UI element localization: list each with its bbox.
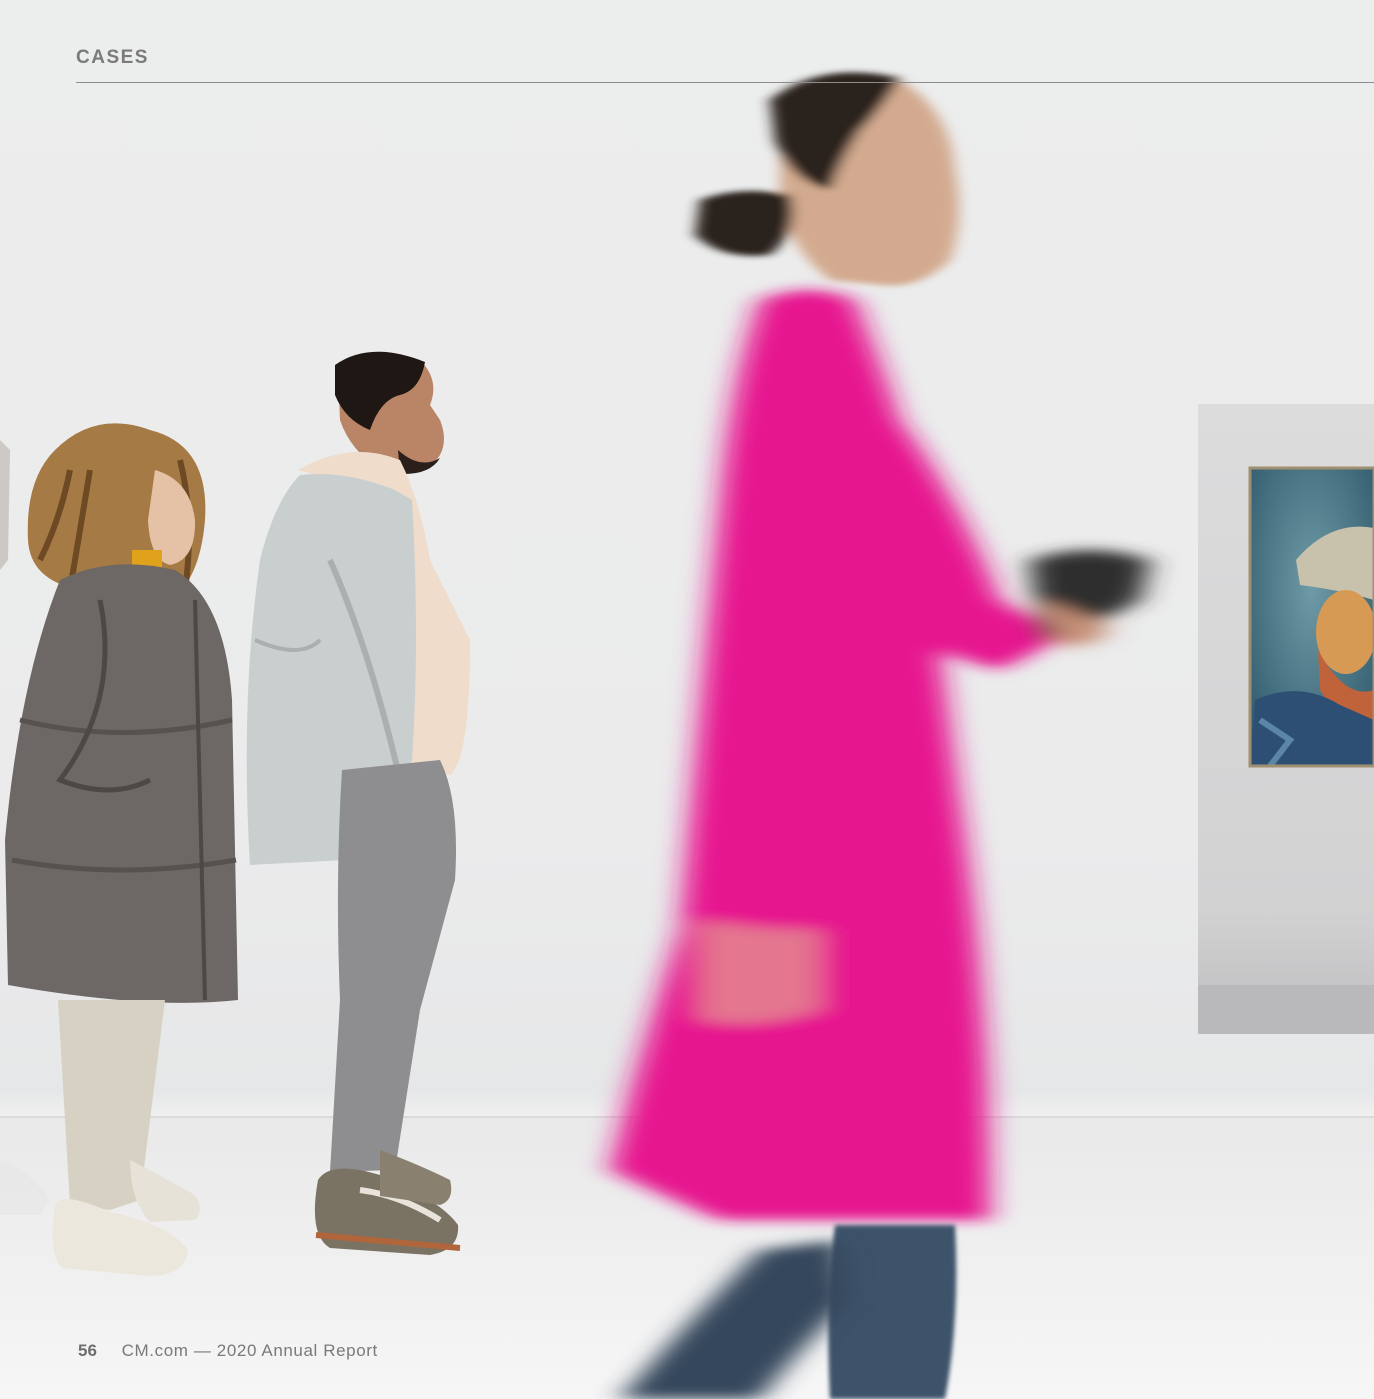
- museum-photo: [0, 72, 1374, 1399]
- painting-panel: [1198, 404, 1374, 1034]
- page-number: 56: [78, 1341, 97, 1360]
- section-label: CASES: [76, 47, 149, 68]
- annual-report-page: CASES 56 CM.com — 2020 Annual Report: [0, 0, 1374, 1399]
- report-title: CM.com — 2020 Annual Report: [121, 1341, 378, 1360]
- page-footer: 56 CM.com — 2020 Annual Report: [78, 1341, 378, 1361]
- header-divider: [76, 82, 1374, 83]
